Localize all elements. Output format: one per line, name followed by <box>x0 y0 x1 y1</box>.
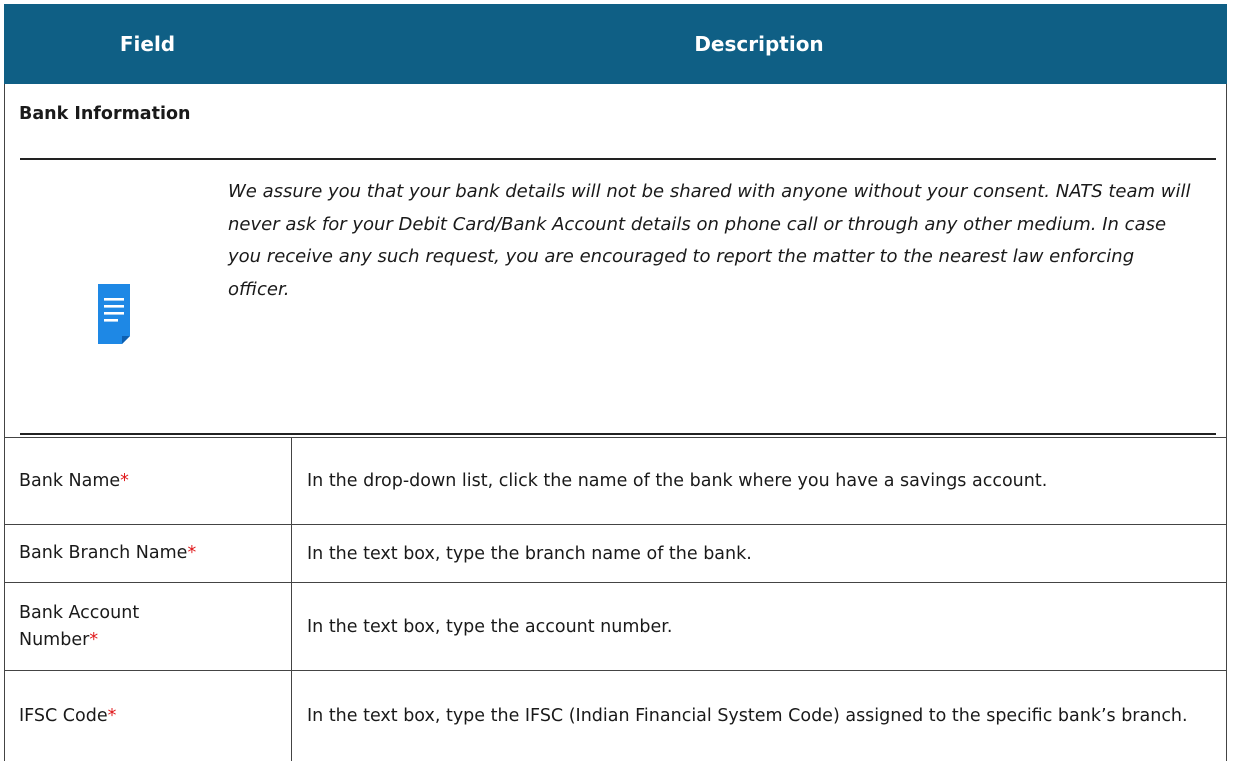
document-note-icon <box>98 284 130 344</box>
field-name-cell: Bank Branch Name* <box>5 525 292 582</box>
table-row: IFSC Code* In the text box, type the IFS… <box>4 670 1227 761</box>
field-name: Bank Name <box>19 470 121 491</box>
section-bank-information: Bank Information We assure you that your… <box>4 84 1227 437</box>
field-name: IFSC Code <box>19 705 108 726</box>
note-divider-top <box>20 158 1216 160</box>
table-header: Field Description <box>4 4 1227 84</box>
field-description: In the text box, type the IFSC (Indian F… <box>307 706 1188 726</box>
header-description: Description <box>694 32 824 56</box>
security-note-text: We assure you that your bank details wil… <box>228 181 1191 300</box>
note-divider-bottom <box>20 433 1216 435</box>
section-title: Bank Information <box>19 104 191 124</box>
field-description-table: Field Description Bank Information We as… <box>4 4 1227 761</box>
required-marker: * <box>120 470 129 491</box>
field-description: In the drop-down list, click the name of… <box>307 471 1048 491</box>
required-marker: * <box>107 705 117 726</box>
required-marker: * <box>89 629 99 650</box>
required-marker: * <box>187 543 197 563</box>
field-name-cell: IFSC Code* <box>5 671 292 761</box>
field-name: Bank Branch Name <box>19 543 188 563</box>
header-field: Field <box>119 32 176 56</box>
table-row: Bank Account Number* In the text box, ty… <box>4 582 1227 670</box>
field-name: Bank Account Number <box>19 602 140 650</box>
table-row: Bank Name* In the drop-down list, click … <box>4 437 1227 524</box>
field-name-cell: Bank Account Number* <box>5 583 292 670</box>
field-description: In the text box, type the account number… <box>307 616 673 637</box>
field-name-cell: Bank Name* <box>5 438 292 524</box>
table-row: Bank Branch Name* In the text box, type … <box>4 524 1227 582</box>
field-description: In the text box, type the branch name of… <box>307 543 752 564</box>
